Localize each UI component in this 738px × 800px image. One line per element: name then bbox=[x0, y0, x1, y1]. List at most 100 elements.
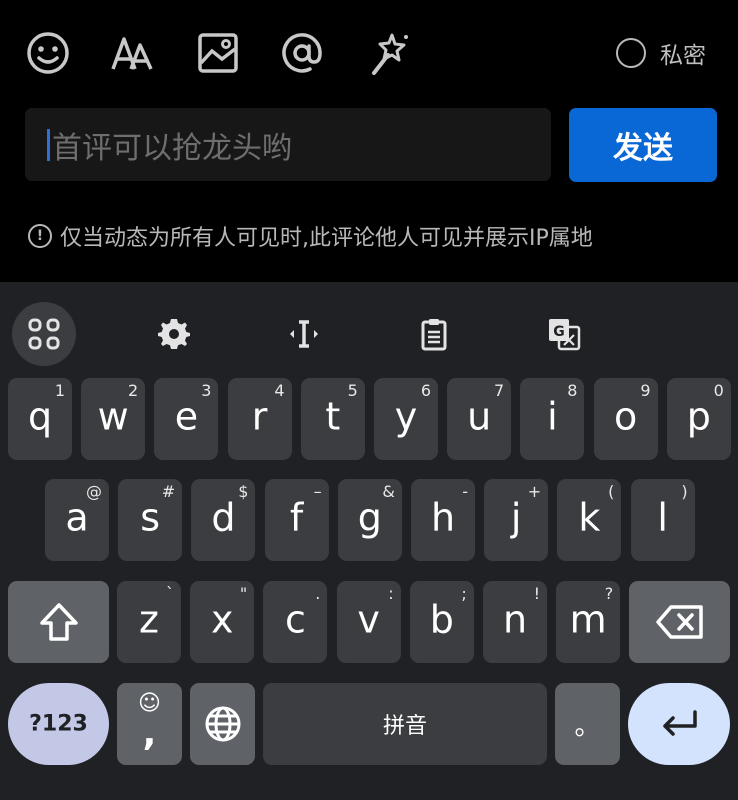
send-button[interactable]: 发送 bbox=[569, 108, 717, 182]
key-s[interactable]: s # bbox=[118, 479, 183, 561]
info-icon: ! bbox=[28, 224, 52, 248]
key-j[interactable]: j + bbox=[484, 479, 549, 561]
enter-arrow-icon bbox=[663, 710, 697, 736]
key-hint: 9 bbox=[640, 381, 651, 400]
key-letter: g bbox=[357, 495, 382, 540]
key-hint: " bbox=[239, 584, 248, 603]
key-letter: x bbox=[210, 597, 234, 642]
comma-emoji-key[interactable]: ☺ , bbox=[117, 683, 182, 765]
notice-text: 仅当动态为所有人可见时,此评论他人可见并展示IP属地 bbox=[60, 226, 593, 251]
backspace-key[interactable] bbox=[629, 581, 730, 663]
apps-grid-icon[interactable] bbox=[12, 302, 76, 366]
translate-icon[interactable]: G bbox=[532, 302, 596, 366]
magic-wand-icon[interactable] bbox=[363, 26, 413, 80]
soft-keyboard: G q1w2e3r4t5y6u7i8o9p0 a @ s # d $ f – g & h - j + k(l… bbox=[0, 282, 738, 800]
key-hint: ; bbox=[461, 584, 467, 603]
key-w[interactable]: w2 bbox=[81, 378, 146, 460]
comma-label: , bbox=[142, 713, 157, 754]
text-caret bbox=[47, 128, 50, 161]
key-hint: ! bbox=[533, 584, 540, 603]
settings-gear-icon[interactable] bbox=[142, 302, 206, 366]
key-z[interactable]: z ` bbox=[117, 581, 181, 663]
key-hint: – bbox=[313, 482, 322, 501]
key-hint: 3 bbox=[201, 381, 212, 400]
key-letter: h bbox=[430, 495, 456, 540]
key-p[interactable]: p0 bbox=[666, 378, 731, 460]
comment-panel: 私密 首评可以抢龙头哟 发送 ! 仅当动态为所有人可见时,此评论他人可见并展示I… bbox=[0, 0, 738, 282]
key-letter: p bbox=[686, 394, 711, 439]
key-hint: & bbox=[382, 482, 395, 501]
ip-visibility-notice: ! 仅当动态为所有人可见时,此评论他人可见并展示IP属地 bbox=[28, 220, 593, 252]
shift-key[interactable] bbox=[8, 581, 109, 663]
key-d[interactable]: d $ bbox=[191, 479, 256, 561]
key-u[interactable]: u7 bbox=[447, 378, 512, 460]
emoji-icon[interactable] bbox=[23, 26, 73, 80]
key-x[interactable]: x " bbox=[190, 581, 255, 663]
key-q[interactable]: q1 bbox=[8, 378, 72, 460]
key-letter: b bbox=[429, 597, 454, 642]
key-v[interactable]: v: bbox=[336, 581, 401, 663]
key-r[interactable]: r4 bbox=[227, 378, 292, 460]
key-hint: - bbox=[462, 482, 468, 501]
symbols-key[interactable]: ?123 bbox=[8, 683, 109, 765]
key-letter: l bbox=[657, 495, 668, 540]
key-m[interactable]: m? bbox=[556, 581, 621, 663]
private-radio[interactable] bbox=[616, 38, 646, 68]
key-letter: v bbox=[357, 597, 380, 642]
period-label: 。 bbox=[574, 711, 601, 742]
key-t[interactable]: t5 bbox=[300, 378, 365, 460]
svg-text:G: G bbox=[553, 324, 565, 340]
key-hint: + bbox=[527, 482, 542, 501]
key-hint: 0 bbox=[713, 381, 724, 400]
key-hint: 1 bbox=[54, 381, 65, 400]
key-hint: ( bbox=[608, 482, 615, 501]
shift-arrow-icon bbox=[39, 603, 78, 641]
mention-icon[interactable] bbox=[277, 26, 327, 80]
text-cursor-icon[interactable] bbox=[272, 302, 336, 366]
symbols-label: ?123 bbox=[29, 711, 88, 737]
key-i[interactable]: i8 bbox=[520, 378, 585, 460]
key-l[interactable]: l) bbox=[630, 479, 695, 561]
key-hint: ) bbox=[681, 482, 688, 501]
key-hint: ` bbox=[166, 584, 174, 603]
key-hint: 4 bbox=[274, 381, 285, 400]
key-letter: e bbox=[174, 394, 199, 439]
key-letter: d bbox=[211, 495, 236, 540]
key-b[interactable]: b; bbox=[409, 581, 474, 663]
key-h[interactable]: h- bbox=[411, 479, 475, 561]
comment-input[interactable]: 首评可以抢龙头哟 bbox=[25, 108, 551, 181]
key-hint: 5 bbox=[347, 381, 358, 400]
key-hint: . bbox=[315, 584, 321, 603]
key-hint: ? bbox=[604, 584, 614, 603]
key-letter: t bbox=[325, 394, 341, 439]
image-icon[interactable] bbox=[193, 26, 243, 80]
key-letter: w bbox=[97, 394, 129, 439]
space-key[interactable]: 拼音 bbox=[263, 683, 547, 765]
key-letter: y bbox=[394, 394, 418, 439]
key-f[interactable]: f – bbox=[264, 479, 329, 561]
private-toggle[interactable]: 私密 bbox=[616, 33, 706, 73]
key-letter: r bbox=[251, 394, 268, 439]
key-a[interactable]: a @ bbox=[45, 479, 109, 561]
key-hint: 8 bbox=[567, 381, 578, 400]
language-key[interactable] bbox=[190, 683, 255, 765]
key-n[interactable]: n! bbox=[483, 581, 547, 663]
font-size-icon[interactable] bbox=[108, 26, 158, 80]
key-hint: $ bbox=[238, 482, 249, 501]
clipboard-icon[interactable] bbox=[402, 302, 466, 366]
key-y[interactable]: y6 bbox=[374, 378, 438, 460]
enter-key[interactable] bbox=[628, 683, 730, 765]
key-k[interactable]: k( bbox=[557, 479, 622, 561]
key-letter: z bbox=[139, 597, 159, 642]
globe-icon bbox=[205, 706, 240, 742]
key-c[interactable]: c. bbox=[263, 581, 328, 663]
key-letter: i bbox=[547, 394, 558, 439]
key-letter: s bbox=[140, 495, 161, 540]
key-hint: 2 bbox=[128, 381, 139, 400]
key-o[interactable]: o9 bbox=[593, 378, 658, 460]
period-key[interactable]: 。 bbox=[555, 683, 620, 765]
key-e[interactable]: e3 bbox=[154, 378, 219, 460]
key-g[interactable]: g & bbox=[337, 479, 402, 561]
key-letter: f bbox=[289, 495, 304, 540]
key-letter: m bbox=[569, 597, 607, 642]
